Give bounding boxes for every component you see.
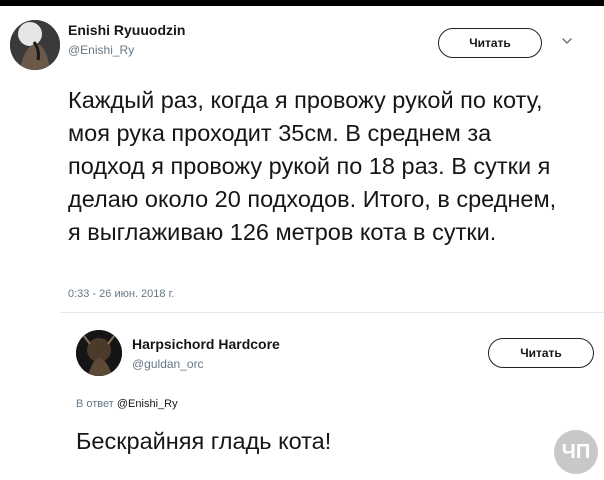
avatar-image: [10, 20, 60, 70]
watermark-logo: ЧП: [554, 430, 598, 474]
divider: [60, 312, 604, 313]
author-handle[interactable]: @Enishi_Ry: [68, 43, 134, 57]
reply-author-avatar[interactable]: [76, 330, 122, 376]
reply-to-prefix: В ответ: [76, 398, 114, 410]
follow-button[interactable]: Читать: [438, 28, 542, 58]
reply-author-name[interactable]: Harpsichord Hardcore: [132, 336, 280, 352]
author-name[interactable]: Enishi Ryuuodzin: [68, 22, 185, 38]
reply-author-handle[interactable]: @guldan_orc: [132, 357, 204, 371]
reply-avatar-image: [76, 330, 122, 376]
top-bar: [0, 0, 604, 6]
reply-to-mention[interactable]: @Enishi_Ry: [117, 398, 178, 410]
chevron-down-icon[interactable]: [560, 34, 574, 48]
reply-to-line: В ответ @Enishi_Ry: [76, 398, 178, 410]
reply-text: Бескрайняя гладь кота!: [76, 428, 332, 454]
tweet-text: Каждый раз, когда я провожу рукой по кот…: [68, 87, 557, 245]
author-avatar[interactable]: [10, 20, 60, 70]
tweet-timestamp[interactable]: 0:33 - 26 июн. 2018 г.: [68, 288, 174, 300]
reply-follow-button[interactable]: Читать: [488, 338, 594, 368]
